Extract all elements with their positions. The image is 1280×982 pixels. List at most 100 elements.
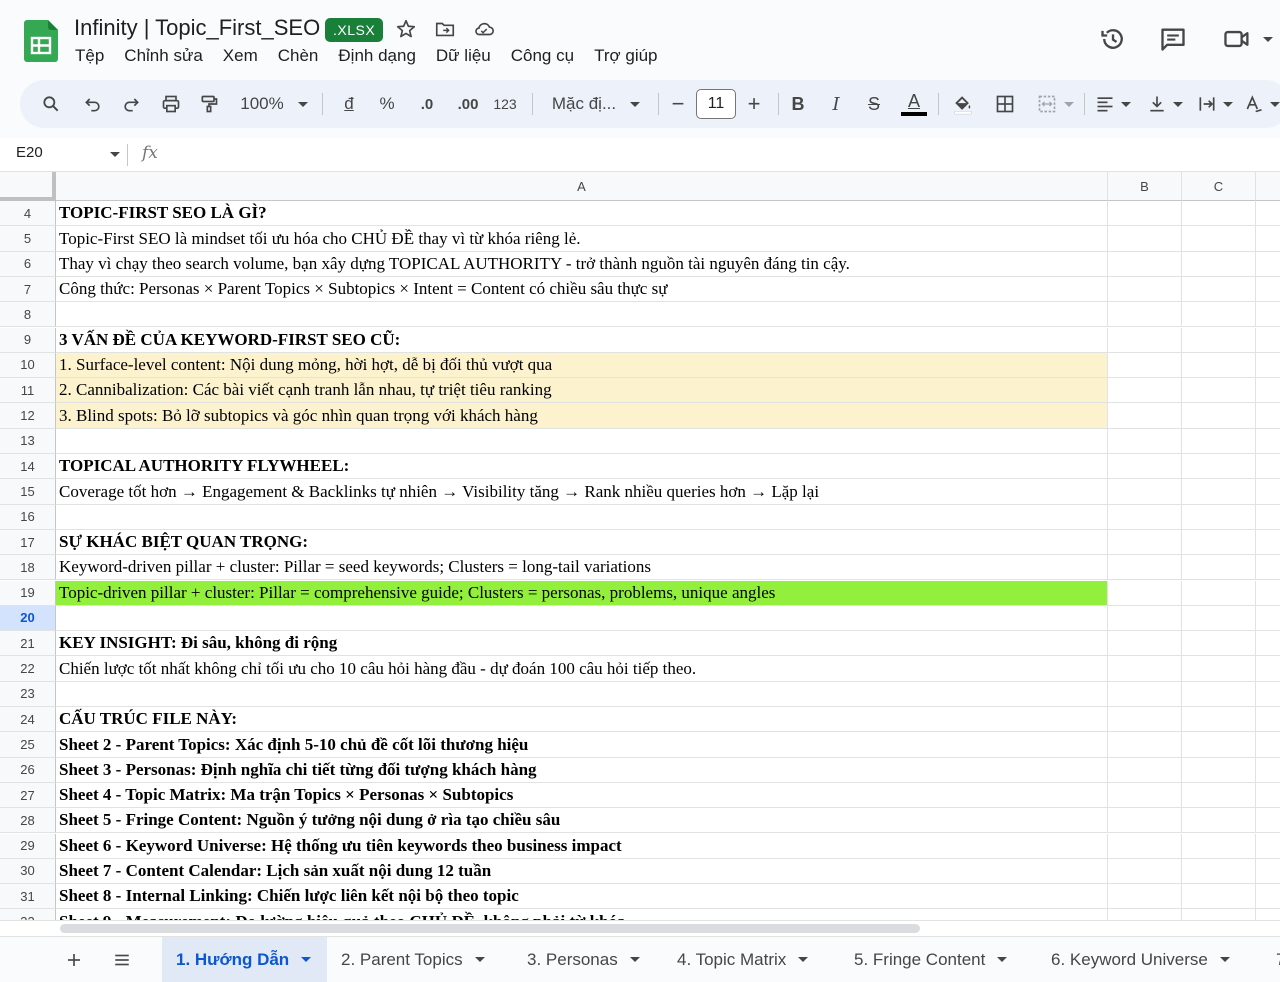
- cell-c[interactable]: [1182, 884, 1256, 910]
- cell-c[interactable]: [1182, 454, 1256, 480]
- row-header[interactable]: 9: [0, 327, 56, 353]
- meet-video-icon[interactable]: [1222, 24, 1252, 54]
- cloud-status-icon[interactable]: [472, 17, 496, 41]
- cell-d[interactable]: [1256, 277, 1280, 303]
- cell-c[interactable]: [1182, 276, 1256, 303]
- cell-b[interactable]: [1108, 352, 1182, 379]
- cell-b[interactable]: [1108, 276, 1182, 303]
- cell-a[interactable]: Thay vì chạy theo search volume, bạn xây…: [56, 251, 1108, 277]
- row-header[interactable]: 13: [0, 428, 56, 454]
- cell-c[interactable]: [1182, 504, 1256, 530]
- cell-c[interactable]: [1182, 631, 1256, 657]
- cell-b[interactable]: [1108, 681, 1182, 707]
- cell-a[interactable]: 3. Blind spots: Bỏ lỡ subtopics và góc n…: [56, 403, 1108, 429]
- row-header[interactable]: 32: [0, 909, 56, 920]
- comments-icon[interactable]: [1158, 24, 1188, 54]
- cell-b[interactable]: [1108, 757, 1182, 783]
- cell-b[interactable]: [1108, 909, 1182, 920]
- cell-a[interactable]: 2. Cannibalization: Các bài viết cạnh tr…: [56, 378, 1108, 404]
- column-header-d[interactable]: [1256, 172, 1280, 201]
- cell-b[interactable]: [1108, 403, 1182, 429]
- font-family-select[interactable]: Mặc đị...: [546, 80, 646, 128]
- cell-d[interactable]: [1256, 403, 1280, 429]
- font-size-input[interactable]: 11: [696, 89, 736, 119]
- cell-b[interactable]: [1108, 605, 1182, 632]
- cell-b[interactable]: [1108, 504, 1182, 530]
- bold-button[interactable]: B: [786, 80, 810, 128]
- menu-insert[interactable]: Chèn: [278, 46, 319, 66]
- row-header[interactable]: 30: [0, 858, 56, 885]
- cell-b[interactable]: [1108, 529, 1182, 556]
- cell-d[interactable]: [1256, 378, 1280, 404]
- row-header[interactable]: 15: [0, 479, 56, 505]
- cell-b[interactable]: [1108, 580, 1182, 606]
- cell-b[interactable]: [1108, 555, 1182, 581]
- cell-c[interactable]: [1182, 681, 1256, 707]
- cell-a[interactable]: Sheet 3 - Personas: Định nghĩa chi tiết …: [56, 757, 1108, 783]
- cell-a[interactable]: SỰ KHÁC BIỆT QUAN TRỌNG:: [56, 529, 1108, 556]
- row-header[interactable]: 8: [0, 302, 56, 328]
- cell-c[interactable]: [1182, 327, 1256, 353]
- column-header-b[interactable]: B: [1108, 172, 1182, 201]
- cell-c[interactable]: [1182, 605, 1256, 632]
- cell-c[interactable]: [1182, 833, 1256, 859]
- cell-c[interactable]: [1182, 428, 1256, 454]
- fill-color-icon[interactable]: [948, 80, 978, 128]
- cell-b[interactable]: [1108, 302, 1182, 328]
- cell-b[interactable]: [1108, 707, 1182, 733]
- cell-c[interactable]: [1182, 302, 1256, 328]
- cell-b[interactable]: [1108, 479, 1182, 505]
- cell-d[interactable]: [1256, 454, 1280, 480]
- cell-c[interactable]: [1182, 479, 1256, 505]
- cell-a[interactable]: Sheet 2 - Parent Topics: Xác định 5-10 c…: [56, 732, 1108, 758]
- row-header[interactable]: 26: [0, 757, 56, 783]
- cell-d[interactable]: [1256, 732, 1280, 758]
- cell-b[interactable]: [1108, 732, 1182, 758]
- cell-a[interactable]: Sheet 5 - Fringe Content: Nguồn ý tưởng …: [56, 808, 1108, 834]
- menu-help[interactable]: Trợ giúp: [594, 46, 657, 66]
- cell-a[interactable]: Công thức: Personas × Parent Topics × Su…: [56, 276, 1108, 303]
- strikethrough-button[interactable]: S: [862, 80, 886, 128]
- cell-c[interactable]: [1182, 251, 1256, 277]
- row-header[interactable]: 24: [0, 707, 56, 733]
- cell-a[interactable]: Chiến lược tốt nhất không chỉ tối ưu cho…: [56, 656, 1108, 682]
- decrease-font-size-button[interactable]: −: [666, 80, 690, 128]
- menu-tools[interactable]: Công cụ: [511, 46, 574, 66]
- sheet-tab[interactable]: 2. Parent Topics: [327, 937, 499, 982]
- row-header[interactable]: 5: [0, 226, 56, 252]
- row-header[interactable]: 16: [0, 504, 56, 530]
- cell-b[interactable]: [1108, 884, 1182, 910]
- percent-format-button[interactable]: %: [374, 80, 400, 128]
- cell-d[interactable]: [1256, 226, 1280, 252]
- cell-a[interactable]: [56, 504, 1108, 530]
- sheet-tab[interactable]: 5. Fringe Content: [840, 937, 1023, 982]
- cell-d[interactable]: [1256, 808, 1280, 834]
- cell-c[interactable]: [1182, 555, 1256, 581]
- cell-a[interactable]: [56, 302, 1108, 328]
- cell-a[interactable]: KEY INSIGHT: Đi sâu, không đi rộng: [56, 631, 1108, 657]
- horizontal-scrollbar[interactable]: [0, 920, 1280, 936]
- cell-b[interactable]: [1108, 782, 1182, 809]
- row-header[interactable]: 4: [0, 201, 56, 227]
- column-header-c[interactable]: C: [1182, 172, 1256, 201]
- cell-a[interactable]: Topic-First SEO là mindset tối ưu hóa ch…: [56, 226, 1108, 252]
- cell-c[interactable]: [1182, 403, 1256, 429]
- row-header[interactable]: 17: [0, 529, 56, 556]
- undo-icon[interactable]: [78, 80, 108, 128]
- increase-decimal-button[interactable]: .00: [448, 80, 488, 128]
- redo-icon[interactable]: [116, 80, 146, 128]
- cell-d[interactable]: [1256, 479, 1280, 505]
- cell-c[interactable]: [1182, 201, 1256, 227]
- row-header[interactable]: 12: [0, 403, 56, 429]
- row-header[interactable]: 22: [0, 656, 56, 682]
- menu-format[interactable]: Định dạng: [338, 46, 416, 66]
- increase-font-size-button[interactable]: +: [742, 80, 766, 128]
- cell-d[interactable]: [1256, 606, 1280, 632]
- row-header[interactable]: 31: [0, 884, 56, 910]
- cell-b[interactable]: [1108, 251, 1182, 277]
- row-header[interactable]: 19: [0, 580, 56, 606]
- sheets-logo-icon[interactable]: [24, 20, 58, 62]
- row-header[interactable]: 23: [0, 681, 56, 707]
- text-rotation-icon[interactable]: [1242, 80, 1280, 128]
- row-header[interactable]: 29: [0, 833, 56, 859]
